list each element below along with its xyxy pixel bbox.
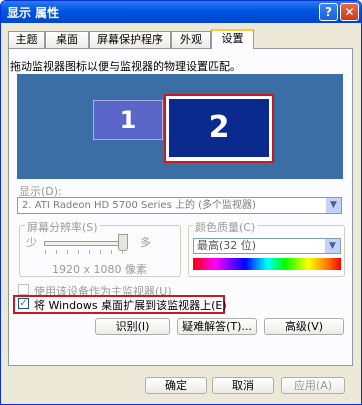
monitor-1-icon[interactable]: 1 <box>93 100 163 140</box>
display-select[interactable]: 2. ATI Radeon HD 5700 Series 上的 (多个监视器) … <box>17 197 342 214</box>
troubleshoot-button[interactable]: 疑难解答(T)... <box>177 318 257 335</box>
tab-appearance[interactable]: 外观 <box>171 31 211 48</box>
extend-desktop-label: 将 Windows 桌面扩展到该监视器上(E) <box>34 299 227 312</box>
extend-desktop-checkbox[interactable]: ✓ <box>18 298 29 309</box>
resolution-slider-thumb[interactable] <box>118 234 128 251</box>
tab-screensaver[interactable]: 屏幕保护程序 <box>89 31 171 48</box>
color-quality-title: 颜色质量(C) <box>193 219 258 235</box>
tab-desktop[interactable]: 桌面 <box>45 31 89 48</box>
resolution-slider-track[interactable] <box>44 241 126 246</box>
monitor-2-icon[interactable]: 2 <box>169 99 269 157</box>
color-quality-value: 最高(32 位) <box>197 239 257 252</box>
tab-themes[interactable]: 主题 <box>8 31 45 48</box>
ok-button[interactable]: 确定 <box>145 377 207 394</box>
resolution-more-label: 多 <box>140 236 151 249</box>
advanced-button[interactable]: 高级(V) <box>264 318 344 335</box>
resolution-less-label: 少 <box>26 236 37 249</box>
identify-button[interactable]: 识别(I) <box>95 318 170 335</box>
color-spectrum-bar <box>193 258 341 270</box>
resolution-value: 1920 x 1080 像素 <box>52 263 147 276</box>
display-select-value: 2. ATI Radeon HD 5700 Series 上的 (多个监视器) <box>22 200 256 211</box>
window-title: 显示 属性 <box>7 6 60 20</box>
chevron-down-icon[interactable]: ▼ <box>326 198 341 213</box>
color-quality-select[interactable]: 最高(32 位) ▼ <box>193 238 341 254</box>
resolution-slider-ticks <box>45 250 125 254</box>
title-bar[interactable]: 显示 属性 ? ✕ <box>1 1 361 23</box>
resolution-title: 屏幕分辨率(S) <box>25 219 100 235</box>
instruction-text: 拖动监视器图标以便与监视器的物理设置匹配。 <box>10 60 241 73</box>
cancel-button[interactable]: 取消 <box>212 377 274 394</box>
apply-button[interactable]: 应用(A) <box>281 377 345 394</box>
tab-settings[interactable]: 设置 <box>211 29 254 49</box>
help-button[interactable]: ? <box>319 3 338 21</box>
primary-monitor-checkbox[interactable] <box>18 284 29 295</box>
close-button[interactable]: ✕ <box>340 3 359 21</box>
chevron-down-icon[interactable]: ▼ <box>325 239 340 253</box>
